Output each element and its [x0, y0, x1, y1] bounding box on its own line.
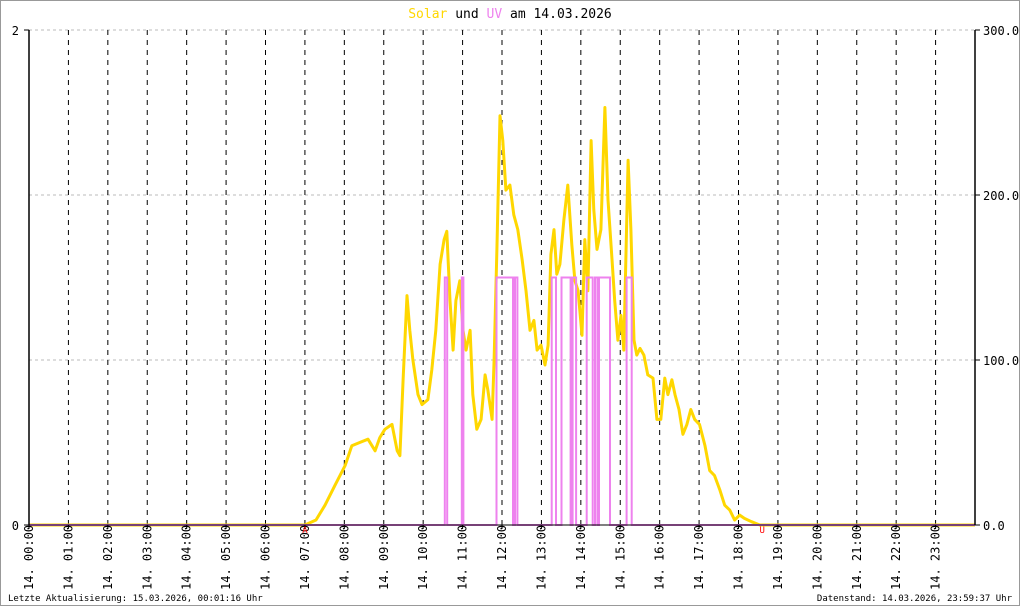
x-tick-label: 14. 20:00 — [810, 525, 824, 590]
footer-last-update: Letzte Aktualisierung: 15.03.2026, 00:01… — [8, 594, 263, 604]
left-tick-label: 2 — [12, 24, 19, 38]
x-tick-label: 14. 21:00 — [850, 525, 864, 590]
x-tick-label: 14. 10:00 — [416, 525, 430, 590]
right-tick-label: 200.0 — [983, 189, 1019, 203]
x-tick-label: 14. 09:00 — [377, 525, 391, 590]
x-tick-label: 14. 13:00 — [534, 525, 548, 590]
x-tick-label: 14. 14:00 — [574, 525, 588, 590]
x-tick-label: 14. 22:00 — [889, 525, 903, 590]
solar-uv-chart: Solar und UV am 14.03.2026 0.0 100.0 200.0… — [8, 7, 1019, 604]
x-tick-label: 14. 08:00 — [337, 525, 351, 590]
x-tick-label: 14. 19:00 — [771, 525, 785, 590]
sunrise-marker: A — [302, 526, 308, 536]
x-tick-label: 14. 17:00 — [692, 525, 706, 590]
x-tick-label: 14. 11:00 — [456, 525, 470, 590]
left-tick-label: 0 — [12, 519, 19, 533]
x-tick-label: 14. 12:00 — [495, 525, 509, 590]
chart-title: Solar und UV am 14.03.2026 — [408, 7, 612, 22]
x-tick-label: 14. 01:00 — [61, 525, 75, 590]
sunset-marker: U — [759, 526, 764, 536]
right-tick-label: 300.0 — [983, 24, 1019, 38]
right-tick-label: 0.0 — [983, 519, 1005, 533]
x-tick-label: 14. 15:00 — [613, 525, 627, 590]
title-solar: Solar — [408, 7, 447, 22]
x-tick-label: 14. 23:00 — [929, 525, 943, 590]
x-tick-label: 14. 05:00 — [219, 525, 233, 590]
title-uv: UV — [487, 7, 503, 22]
footer-data-status: Datenstand: 14.03.2026, 23:59:37 Uhr — [817, 594, 1013, 604]
x-tick-label: 14. 04:00 — [180, 525, 194, 590]
x-tick-label: 14. 16:00 — [653, 525, 667, 590]
x-tick-label: 14. 03:00 — [140, 525, 154, 590]
right-tick-label: 100.0 — [983, 354, 1019, 368]
x-tick-label: 14. 02:00 — [101, 525, 115, 590]
x-tick-label: 14. 00:00 — [22, 525, 36, 590]
title-und: und — [447, 7, 486, 22]
title-date: am 14.03.2026 — [502, 7, 612, 22]
x-tick-label: 14. 06:00 — [259, 525, 273, 590]
x-tick-label: 14. 18:00 — [732, 525, 746, 590]
